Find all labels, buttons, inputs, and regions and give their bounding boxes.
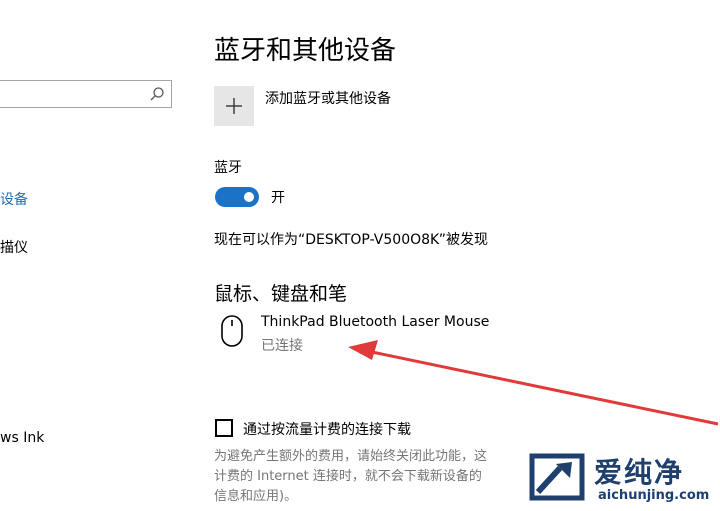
watermark-text: 爱纯净 <box>594 456 685 489</box>
watermark-logo-icon <box>529 453 585 501</box>
sidebar: 设备 描仪 ws Ink <box>0 0 190 511</box>
bluetooth-state: 开 <box>271 190 285 206</box>
watermark-url: aichunjing.com <box>598 488 710 503</box>
section-title: 鼠标、键盘和笔 <box>214 283 348 305</box>
add-device-label[interactable]: 添加蓝牙或其他设备 <box>265 88 391 108</box>
search-input[interactable] <box>0 80 172 108</box>
add-device-button[interactable] <box>214 86 254 126</box>
bluetooth-toggle[interactable] <box>215 187 259 207</box>
plus-icon <box>226 98 242 114</box>
main-content: 蓝牙和其他设备 添加蓝牙或其他设备 蓝牙 开 现在可以作为“DESKTOP-V5… <box>214 0 720 511</box>
metered-checkbox-label[interactable]: 通过按流量计费的连接下载 <box>243 419 411 439</box>
discoverable-text: 现在可以作为“DESKTOP-V500O8K”被发现 <box>214 232 489 248</box>
metered-checkbox[interactable] <box>215 419 233 437</box>
device-status: 已连接 <box>261 338 303 354</box>
toggle-knob <box>244 192 254 202</box>
search-icon <box>150 87 164 101</box>
bluetooth-label: 蓝牙 <box>214 160 242 176</box>
sidebar-item-scanners[interactable]: 描仪 <box>0 237 28 257</box>
page-title: 蓝牙和其他设备 <box>214 36 397 66</box>
device-name[interactable]: ThinkPad Bluetooth Laser Mouse <box>261 314 489 330</box>
sidebar-item-devices[interactable]: 设备 <box>0 189 28 209</box>
mouse-icon <box>221 315 243 347</box>
sidebar-item-windows-ink[interactable]: ws Ink <box>0 430 44 446</box>
